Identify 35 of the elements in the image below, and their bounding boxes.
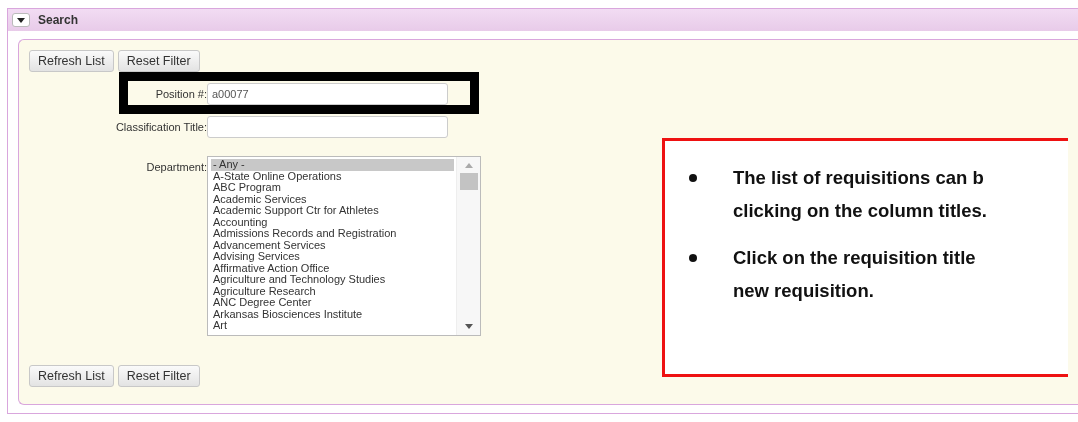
list-option[interactable]: Accounting <box>211 216 454 228</box>
panel-title: Search <box>38 12 79 29</box>
filter-button[interactable]: Reset Filter <box>117 50 200 72</box>
field-label: Classification Title: <box>114 120 207 135</box>
collapse-button[interactable] <box>12 13 30 27</box>
bullet-icon <box>689 254 697 262</box>
department-listbox[interactable] <box>207 156 481 336</box>
text-field[interactable] <box>207 116 448 138</box>
scroll-down-icon[interactable] <box>465 324 473 329</box>
list-option[interactable]: Admissions Records and Registration <box>211 228 454 240</box>
text-field[interactable]: a00077 <box>207 83 448 105</box>
filter-button[interactable]: Refresh List <box>29 365 114 387</box>
list-option[interactable]: Affirmative Action Office <box>211 262 454 274</box>
scroll-up-icon[interactable] <box>465 163 473 168</box>
list-option[interactable]: ABC Program <box>211 182 454 194</box>
list-option[interactable]: - Any - <box>211 159 454 171</box>
list-option[interactable]: Academic Services <box>211 193 454 205</box>
list-option[interactable]: Art <box>211 320 454 332</box>
scrollbar[interactable] <box>456 157 480 335</box>
field-label: Department: <box>145 160 207 175</box>
list-option[interactable]: Academic Support Ctr for Athletes <box>211 205 454 217</box>
filter-button[interactable]: Refresh List <box>29 50 114 72</box>
list-option[interactable]: Agriculture and Technology Studies <box>211 274 454 286</box>
callout-text: Click on the requisition title new requisition. <box>733 246 976 303</box>
list-option[interactable]: ANC Degree Center <box>211 297 454 309</box>
bullet-icon <box>689 174 697 182</box>
field-label: Position #: <box>154 87 207 102</box>
list-option[interactable]: Advancement Services <box>211 239 454 251</box>
list-option[interactable]: Advising Services <box>211 251 454 263</box>
list-option[interactable]: A-State Online Operations <box>211 170 454 182</box>
scrollbar-thumb[interactable] <box>460 173 478 190</box>
list-option[interactable]: Agriculture Research <box>211 285 454 297</box>
list-option[interactable]: Arkansas Biosciences Institute <box>211 308 454 320</box>
filter-button[interactable]: Reset Filter <box>117 365 200 387</box>
callout-text: The list of requisitions can b clicking on the column titles. <box>733 166 987 223</box>
